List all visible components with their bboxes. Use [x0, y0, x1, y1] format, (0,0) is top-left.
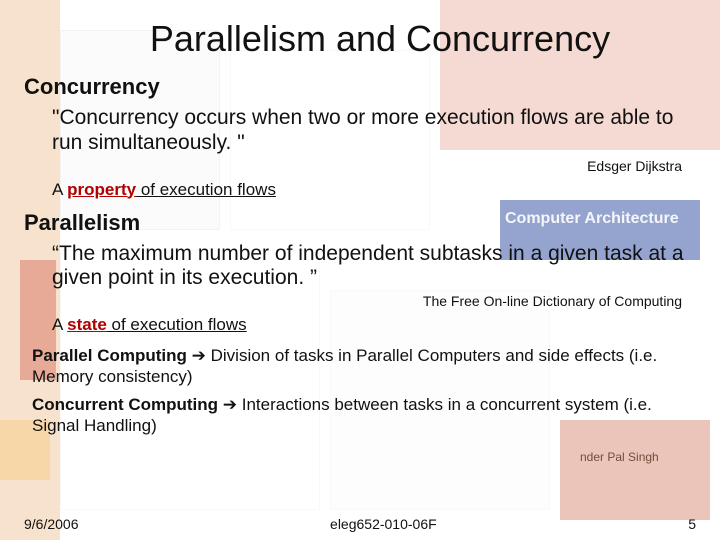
slide-content: Parallelism and Concurrency Concurrency … — [0, 0, 720, 540]
text-suffix: of execution flows — [107, 315, 247, 334]
concurrency-attribution: Edsger Dijkstra — [24, 158, 682, 174]
footer-page-number: 5 — [688, 516, 696, 532]
parallelism-heading: Parallelism — [24, 210, 696, 236]
arrow-icon: ➔ — [218, 395, 242, 414]
concurrency-property-line: A property of execution flows — [52, 180, 696, 200]
term-parallel-computing: Parallel Computing — [32, 346, 187, 365]
footer-date: 9/6/2006 — [24, 516, 79, 532]
slide-title: Parallelism and Concurrency — [24, 18, 696, 60]
concurrency-heading: Concurrency — [24, 74, 696, 100]
arrow-icon: ➔ — [187, 346, 211, 365]
concurrent-computing-note: Concurrent Computing ➔ Interactions betw… — [32, 394, 690, 437]
footer-course: eleg652-010-06F — [79, 516, 689, 532]
text-prefix: A — [52, 315, 67, 334]
keyword-state: state — [67, 315, 107, 334]
parallelism-attribution: The Free On-line Dictionary of Computing — [24, 293, 682, 309]
parallelism-quote: “The maximum number of independent subta… — [52, 242, 686, 292]
keyword-property: property — [67, 180, 136, 199]
text-suffix: of execution flows — [136, 180, 276, 199]
term-concurrent-computing: Concurrent Computing — [32, 395, 218, 414]
parallel-computing-note: Parallel Computing ➔ Division of tasks i… — [32, 345, 690, 388]
text-prefix: A — [52, 180, 67, 199]
parallelism-state-line: A state of execution flows — [52, 315, 696, 335]
slide-footer: 9/6/2006 eleg652-010-06F 5 — [24, 516, 696, 532]
concurrency-quote: "Concurrency occurs when two or more exe… — [52, 106, 686, 156]
